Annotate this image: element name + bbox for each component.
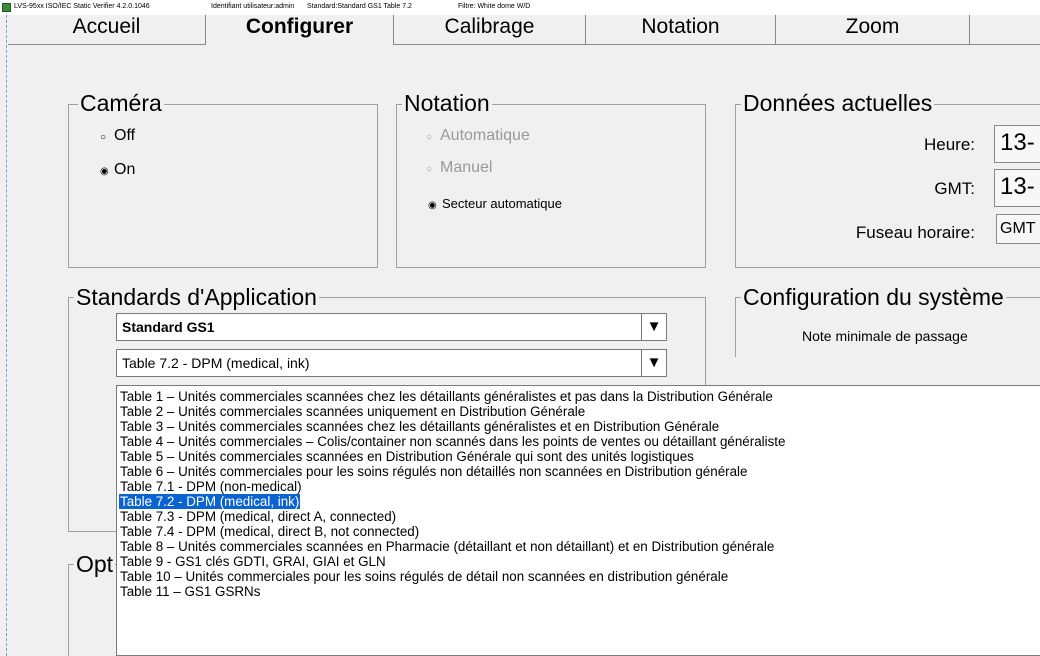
list-item[interactable]: Table 4 – Unités commerciales – Colis/co… (119, 434, 786, 449)
list-item[interactable]: Table 3 – Unités commerciales scannées c… (119, 419, 720, 434)
tab-zoom[interactable]: Zoom (776, 15, 970, 45)
tab-calibrage[interactable]: Calibrage (394, 15, 586, 45)
current-standard: Standard:Standard GS1 Table 7.2 (307, 3, 412, 10)
camera-title: Caméra (78, 90, 164, 116)
options-title: Opt (74, 551, 116, 577)
gmt-field: 13- (994, 169, 1040, 207)
notation-title: Notation (402, 90, 492, 116)
app-icon (2, 3, 11, 12)
list-item[interactable]: Table 1 – Unités commerciales scannées c… (119, 389, 774, 404)
radio-checked-icon: ◉ (100, 166, 109, 177)
list-item[interactable]: Table 10 – Unités commerciales pour les … (119, 569, 729, 584)
radio-empty-icon: ○ (426, 132, 433, 143)
dropdown-arrow-icon[interactable]: ▼ (641, 314, 666, 340)
camera-on-radio[interactable]: ◉ On (100, 161, 135, 179)
time-label: Heure: (923, 135, 975, 154)
tab-more[interactable] (970, 15, 1040, 45)
list-item[interactable]: Table 7.1 - DPM (non-medical) (119, 479, 303, 494)
radio-empty-icon: ○ (100, 132, 107, 143)
list-item[interactable]: Table 11 – GS1 GSRNs (119, 584, 261, 599)
tab-accueil[interactable]: Accueil (8, 15, 206, 45)
system-config-title: Configuration du système (741, 284, 1006, 310)
min-grade-label: Note minimale de passage (802, 328, 968, 344)
table-dropdown-list[interactable]: Table 1 – Unités commerciales scannées c… (116, 385, 1040, 656)
notation-manual-radio[interactable]: ○ Manuel (426, 159, 492, 177)
tab-bar: Accueil Configurer Calibrage Notation Zo… (8, 15, 1040, 46)
radio-empty-icon: ○ (426, 164, 433, 175)
tab-configurer[interactable]: Configurer (206, 15, 394, 45)
notation-auto-radio[interactable]: ○ Automatique (426, 127, 530, 145)
current-filter: Filtre: White dome W/D (458, 3, 531, 10)
list-item[interactable]: Table 6 – Unités commerciales pour les s… (119, 464, 748, 479)
timezone-label: Fuseau horaire: (855, 223, 975, 242)
user-id: Identifiant utilisateur:admin (211, 3, 295, 10)
list-item[interactable]: Table 7.3 - DPM (medical, direct A, conn… (119, 509, 397, 524)
radio-checked-icon: ◉ (428, 200, 437, 211)
app-title: LVS-95xx ISO/IEC Static Verifier 4.2.0.1… (14, 3, 150, 10)
list-item[interactable]: Table 2 – Unités commerciales scannées u… (119, 404, 586, 419)
gmt-label: GMT: (934, 179, 975, 198)
tab-notation[interactable]: Notation (586, 15, 776, 45)
notation-sector-auto-radio[interactable]: ◉ Secteur automatique (428, 196, 562, 211)
standard-select-value: Standard GS1 (122, 319, 215, 335)
table-select-value: Table 7.2 - DPM (medical, ink) (122, 355, 310, 371)
table-select[interactable]: Table 7.2 - DPM (medical, ink) ▼ (116, 349, 667, 377)
application-standards-title: Standards d'Application (74, 284, 319, 310)
dropdown-arrow-icon[interactable]: ▼ (641, 350, 666, 376)
list-item-selected[interactable]: Table 7.2 - DPM (medical, ink) (119, 494, 301, 509)
list-item[interactable]: Table 9 - GS1 clés GDTI, GRAI, GIAI et G… (119, 554, 387, 569)
standard-select[interactable]: Standard GS1 ▼ (116, 313, 667, 341)
list-item[interactable]: Table 8 – Unités commerciales scannées e… (119, 539, 775, 554)
title-bar: LVS-95xx ISO/IEC Static Verifier 4.2.0.1… (0, 0, 1040, 15)
current-data-title: Données actuelles (741, 90, 935, 116)
list-item[interactable]: Table 7.4 - DPM (medical, direct B, not … (119, 524, 420, 539)
camera-off-radio[interactable]: ○ Off (100, 127, 135, 145)
list-item[interactable]: Table 5 – Unités commerciales scannées e… (119, 449, 695, 464)
time-field: 13- (994, 125, 1040, 163)
timezone-field[interactable]: GMT (996, 214, 1040, 244)
